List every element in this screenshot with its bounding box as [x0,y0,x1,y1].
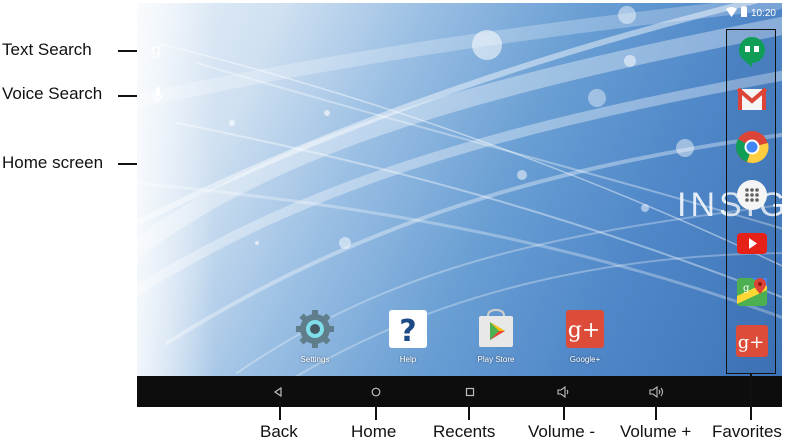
voice-search-callout: Voice Search [2,84,103,103]
wifi-icon [725,6,737,20]
svg-text:g: g [151,41,161,59]
recents-leader [468,402,470,420]
status-time: 10:20 [750,7,776,19]
svg-text:g+: g+ [568,318,601,343]
app-drawer-icon[interactable] [735,178,769,212]
back-leader [279,402,281,420]
recents-icon[interactable] [462,384,478,400]
favorites-dock: g g+ [726,29,776,374]
home-app-play-store[interactable]: Play Store [460,308,532,364]
favorites-callout: Favorites [712,422,782,441]
chrome-icon[interactable] [735,130,769,164]
volume-down-leader [563,402,565,420]
recents-callout: Recents [433,422,496,441]
home-app-google-plus[interactable]: g+ Google+ [549,309,621,364]
battery-icon [740,6,747,20]
volume-up-callout: Volume + [620,422,692,441]
google-plus-favorite-icon[interactable]: g+ [735,324,769,358]
text-search-icon[interactable]: g [150,40,164,64]
home-app-label: Google+ [569,355,601,364]
volume-up-icon[interactable] [649,384,665,400]
volume-down-callout: Volume - [528,422,596,441]
google-plus-icon: g+ [565,309,605,349]
back-callout: Back [260,422,298,441]
text-search-callout: Text Search [2,40,92,59]
home-screen[interactable]: 10:20 g INSIG Settings ? Help Play Store… [137,3,782,376]
gmail-icon[interactable] [735,82,769,116]
svg-text:?: ? [399,314,416,349]
svg-text:g+: g+ [738,332,765,353]
status-bar: 10:20 [725,5,776,21]
favorites-leader [750,374,752,420]
home-app-label: Settings [300,355,330,364]
home-screen-callout: Home screen [2,153,104,172]
play-store-icon [476,308,516,349]
home-app-help[interactable]: ? Help [372,309,444,364]
home-leader [375,402,377,420]
volume-down-icon[interactable] [556,384,572,400]
youtube-icon[interactable] [735,226,769,260]
volume-up-leader [655,402,657,420]
home-callout: Home [351,422,397,441]
question-icon: ? [388,309,428,349]
svg-text:g: g [743,283,750,294]
home-app-label: Play Store [477,355,515,364]
microphone-icon[interactable] [153,87,163,108]
navigation-bar [137,376,782,407]
home-app-settings[interactable]: Settings [279,309,351,364]
back-icon[interactable] [270,384,286,400]
home-icon[interactable] [368,384,384,400]
home-app-label: Help [399,355,417,364]
maps-icon[interactable]: g [735,274,769,308]
gear-icon [295,309,335,349]
hangouts-icon[interactable] [735,34,769,68]
